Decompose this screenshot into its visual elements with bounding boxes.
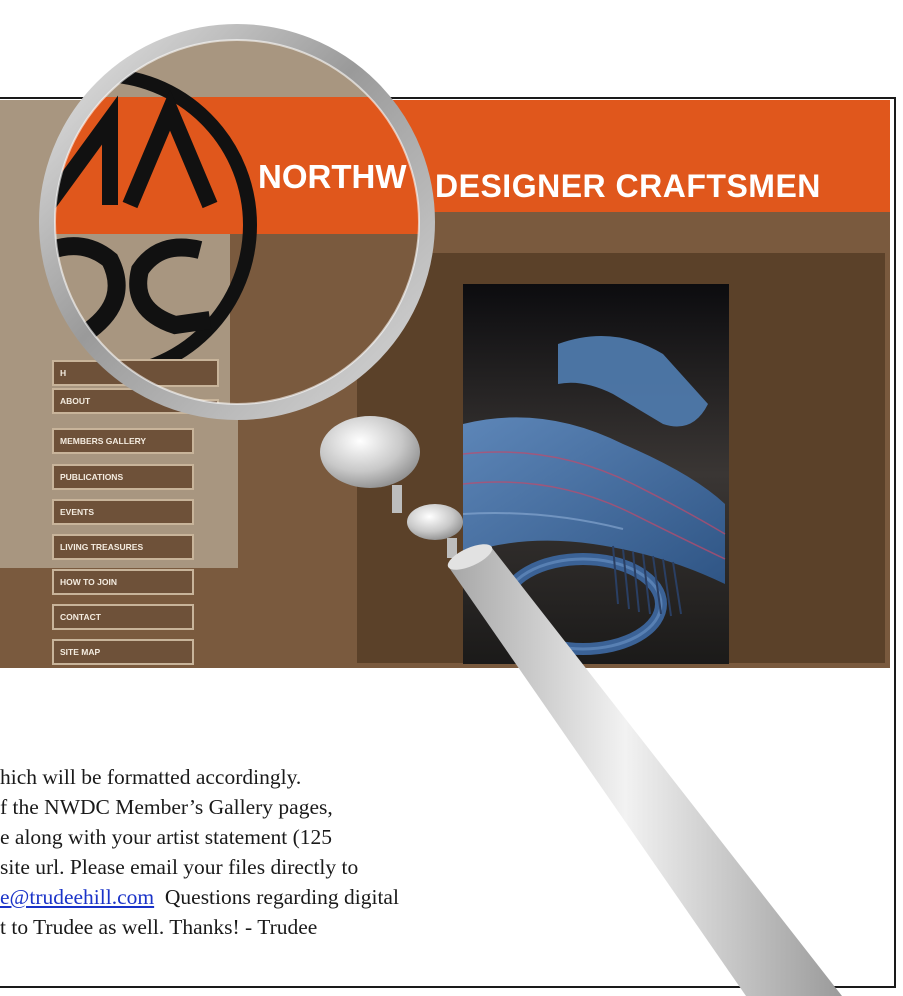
text-line: site url. Please email your files direct… <box>0 855 359 879</box>
nav-item-home[interactable]: H <box>52 360 194 386</box>
text-line: f the NWDC Member’s Gallery pages, <box>0 795 333 819</box>
nav-item-site-map[interactable]: SITE MAP <box>52 639 194 665</box>
scarf-image <box>463 284 729 664</box>
text-line: hich will be formatted accordingly. <box>0 765 302 789</box>
email-link[interactable]: e@trudeehill.com <box>0 885 154 909</box>
woven-scarf-photo <box>463 284 729 664</box>
instructions-paragraph: hich will be formatted accordingly. f th… <box>0 762 399 942</box>
text-fragment: Questions regarding digital <box>154 885 399 909</box>
text-line: t to Trudee as well. Thanks! - Trudee <box>0 915 318 939</box>
text-line: e along with your artist statement (125 <box>0 825 332 849</box>
logo-area <box>0 100 230 340</box>
nav-item-members-gallery[interactable]: MEMBERS GALLERY <box>52 428 194 454</box>
nav-item-how-to-join[interactable]: HOW TO JOIN <box>52 569 194 595</box>
nav-item-publications[interactable]: PUBLICATIONS <box>52 464 194 490</box>
nav-item-living-treasures[interactable]: LIVING TREASURES <box>52 534 194 560</box>
site-title-part2: DESIGNER CRAFTSMEN <box>435 168 821 204</box>
nav-item-about[interactable]: ABOUT <box>52 388 218 414</box>
nav-item-contact[interactable]: CONTACT <box>52 604 194 630</box>
site-title-part1: NORTHW <box>255 148 407 185</box>
text-line: e@trudeehill.com Questions regarding dig… <box>0 882 399 912</box>
nav-item-events[interactable]: EVENTS <box>52 499 194 525</box>
